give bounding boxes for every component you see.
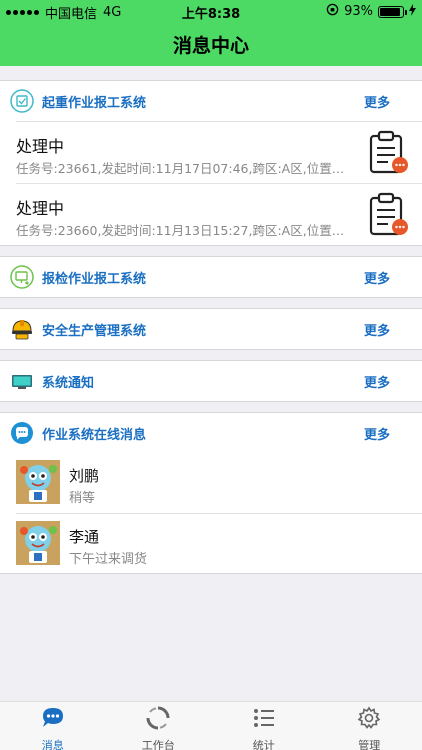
more-link-safety[interactable]: 更多 — [364, 320, 390, 339]
task-item[interactable]: 处理中 任务号:23660,发起时间:11月13日15:27,跨区:A区,位置:… — [16, 183, 422, 245]
chat-bubble-icon — [40, 706, 66, 734]
section-header-online[interactable]: 作业系统在线消息 更多 — [0, 413, 422, 453]
chat-message-preview: 下午过来调货 — [69, 552, 148, 567]
tab-label: 统计 — [252, 739, 275, 750]
section-inspection: 报检作业报工系统 更多 — [0, 256, 422, 298]
task-detail: 任务号:23660,发起时间:11月13日15:27,跨区:A区,位置:... — [16, 223, 346, 238]
clipboard-icon — [368, 130, 410, 176]
tab-label: 消息 — [41, 739, 64, 750]
battery-percent: 93% — [344, 4, 373, 19]
section-title: 安全生产管理系统 — [42, 323, 147, 339]
refresh-circle-icon — [145, 706, 171, 734]
chat-sender-name: 刘鹏 — [69, 467, 100, 485]
task-status: 处理中 — [16, 137, 65, 156]
tab-label: 工作台 — [141, 739, 175, 750]
task-status: 处理中 — [16, 199, 65, 218]
clipboard-icon — [368, 192, 410, 238]
section-header-notice[interactable]: 系统通知 更多 — [0, 361, 422, 401]
section-title: 报检作业报工系统 — [42, 271, 147, 287]
charging-icon — [409, 3, 416, 20]
more-link-online[interactable]: 更多 — [364, 424, 390, 443]
tab-messages[interactable]: 消息 — [0, 702, 106, 750]
checkbox-badge-icon — [10, 89, 34, 113]
task-detail: 任务号:23661,发起时间:11月17日07:46,跨区:A区,位置:... — [16, 161, 346, 176]
status-bar: 中国电信 4G 上午8:38 93% — [0, 0, 422, 22]
monitor-badge-icon — [10, 265, 34, 289]
tab-bar: 消息 工作台 统计 管理 — [0, 701, 422, 750]
avatar — [16, 521, 60, 565]
section-title: 系统通知 — [42, 375, 95, 391]
tab-workbench[interactable]: 工作台 — [106, 702, 212, 750]
avatar — [16, 460, 60, 504]
list-icon — [251, 706, 277, 734]
tab-management[interactable]: 管理 — [317, 702, 422, 750]
rotation-lock-icon — [326, 3, 339, 20]
section-online: 作业系统在线消息 更多 刘鹏 稍等 李通 下午过来调货 — [0, 412, 422, 574]
page-title: 消息中心 — [172, 34, 249, 57]
section-title: 作业系统在线消息 — [42, 427, 147, 443]
more-link-inspection[interactable]: 更多 — [364, 268, 390, 287]
chat-bubble-icon — [10, 421, 34, 445]
task-item[interactable]: 处理中 任务号:23661,发起时间:11月17日07:46,跨区:A区,位置:… — [16, 121, 422, 183]
tab-statistics[interactable]: 统计 — [211, 702, 317, 750]
section-header-lifting[interactable]: 起重作业报工系统 更多 — [0, 81, 422, 121]
hard-hat-icon — [10, 317, 34, 341]
battery-icon — [378, 5, 407, 18]
more-link-lifting[interactable]: 更多 — [364, 92, 390, 111]
navigation-bar: 消息中心 — [0, 22, 422, 66]
gear-icon — [356, 706, 382, 734]
section-title: 起重作业报工系统 — [42, 95, 147, 111]
section-safety: 安全生产管理系统 更多 — [0, 308, 422, 350]
section-notice: 系统通知 更多 — [0, 360, 422, 402]
more-link-notice[interactable]: 更多 — [364, 372, 390, 391]
section-lifting: 起重作业报工系统 更多 处理中 任务号:23661,发起时间:11月17日07:… — [0, 80, 422, 246]
chat-item[interactable]: 李通 下午过来调货 — [16, 513, 422, 573]
chat-sender-name: 李通 — [69, 528, 100, 546]
tab-label: 管理 — [358, 739, 381, 750]
monitor-icon — [10, 369, 34, 393]
section-header-safety[interactable]: 安全生产管理系统 更多 — [0, 309, 422, 349]
message-list: 起重作业报工系统 更多 处理中 任务号:23661,发起时间:11月17日07:… — [0, 66, 422, 574]
chat-message-preview: 稍等 — [69, 491, 96, 506]
chat-item[interactable]: 刘鹏 稍等 — [16, 453, 422, 513]
section-header-inspection[interactable]: 报检作业报工系统 更多 — [0, 257, 422, 297]
